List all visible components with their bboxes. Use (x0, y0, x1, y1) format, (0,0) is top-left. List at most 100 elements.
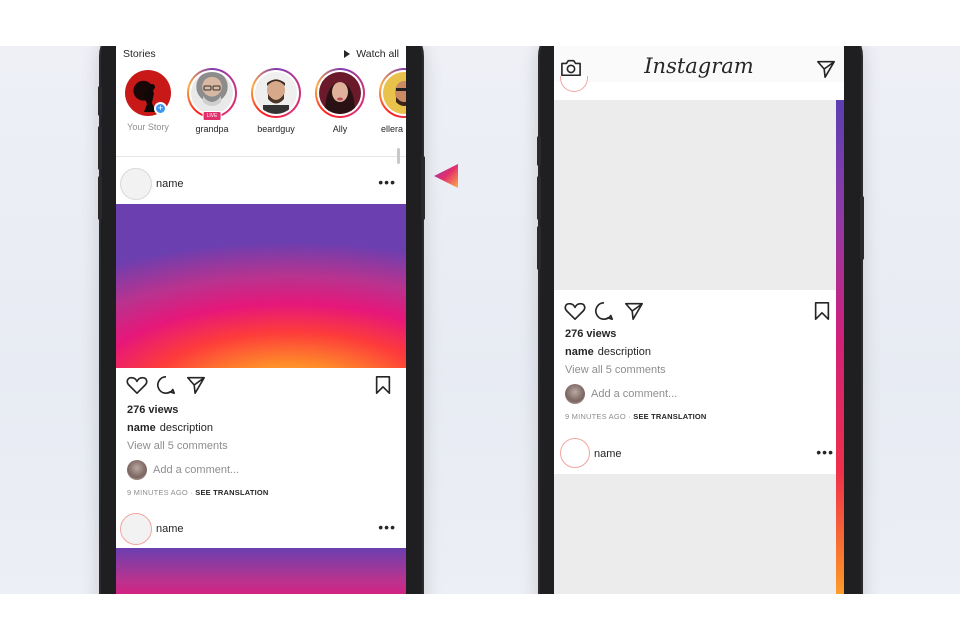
left-phone-screen[interactable]: Stories Watch all + Your Story LIVE gran… (116, 46, 406, 594)
scrollbar-thumb[interactable] (397, 148, 400, 164)
share-icon[interactable] (624, 301, 644, 321)
gradient-strip (836, 100, 844, 594)
stories-tray[interactable]: + Your Story LIVE grandpa beardguy Ally … (120, 68, 406, 148)
caption-text: description (159, 422, 213, 434)
play-icon (344, 50, 351, 58)
add-comment-placeholder: Add a comment... (153, 464, 240, 476)
story-your-story[interactable]: + Your Story (122, 68, 174, 132)
story-grandpa[interactable]: LIVE grandpa (186, 68, 238, 134)
avatar (191, 72, 233, 114)
avatar[interactable] (120, 513, 152, 545)
caption-username[interactable]: name (127, 422, 156, 434)
stories-title: Stories (123, 48, 156, 60)
phone-volume-button (98, 176, 102, 220)
right-phone-screen[interactable]: Instagram 276 views name description Vie… (554, 46, 844, 594)
story-label: ellera (380, 124, 403, 134)
face-illustration (263, 79, 289, 114)
comment-icon[interactable] (156, 375, 176, 395)
phone-power-button (860, 196, 864, 260)
post-username[interactable]: name (594, 448, 622, 460)
caption-text: description (597, 346, 651, 358)
post-username[interactable]: name (156, 178, 184, 190)
add-comment-field[interactable]: Add a comment... (127, 460, 387, 482)
phone-volume-button (537, 176, 541, 220)
story-label: Ally (332, 124, 348, 134)
avatar[interactable] (120, 168, 152, 200)
more-options-icon[interactable]: ••• (816, 444, 834, 460)
pointer-arrow-icon (434, 164, 458, 188)
avatar (383, 72, 406, 114)
bookmark-icon[interactable] (374, 375, 392, 395)
stories-header: Stories Watch all (123, 48, 399, 62)
see-translation-link[interactable]: SEE TRANSLATION (195, 488, 268, 497)
story-label: grandpa (195, 124, 229, 134)
post-caption: name description (565, 346, 651, 358)
caption-username[interactable]: name (565, 346, 594, 358)
phone-volume-button (98, 86, 102, 116)
avatar[interactable] (560, 438, 590, 468)
post-image-placeholder[interactable] (554, 474, 836, 594)
avatar (255, 72, 297, 114)
add-story-badge[interactable]: + (154, 102, 167, 115)
story-ally[interactable]: Ally (314, 68, 366, 134)
more-options-icon[interactable]: ••• (378, 174, 396, 190)
time-ago: 9 MINUTES AGO (565, 412, 626, 421)
avatar (565, 384, 585, 404)
comment-icon[interactable] (594, 301, 614, 321)
left-phone-frame: Stories Watch all + Your Story LIVE gran… (98, 46, 425, 594)
heart-icon[interactable] (564, 301, 586, 321)
watch-all-label: Watch all (356, 48, 399, 60)
live-badge: LIVE (202, 111, 222, 121)
bookmark-icon[interactable] (813, 301, 831, 321)
phone-volume-button (537, 136, 541, 166)
story-ring (315, 68, 365, 118)
post-header: name ••• (560, 438, 836, 472)
avatar (560, 76, 588, 92)
presentation-stage: Stories Watch all + Your Story LIVE gran… (0, 46, 960, 594)
direct-message-icon[interactable] (815, 59, 837, 79)
add-comment-field[interactable]: Add a comment... (565, 384, 825, 406)
heart-icon[interactable] (126, 375, 148, 395)
see-translation-link[interactable]: SEE TRANSLATION (633, 412, 706, 421)
story-beardguy[interactable]: beardguy (250, 68, 302, 134)
avatar (127, 460, 147, 480)
watch-all-button[interactable]: Watch all (344, 48, 399, 60)
share-icon[interactable] (186, 375, 206, 395)
post-actions (124, 375, 399, 397)
post-username[interactable]: name (156, 523, 184, 535)
phone-volume-button (537, 226, 541, 270)
views-count: 276 views (127, 404, 179, 416)
story-label: Your Story (127, 122, 169, 132)
phone-power-button (421, 156, 425, 220)
time-ago: 9 MINUTES AGO (127, 488, 188, 497)
post-caption: name description (127, 422, 213, 434)
app-header: Instagram (554, 46, 844, 82)
post-header: name ••• (120, 513, 402, 547)
more-options-icon[interactable]: ••• (378, 519, 396, 535)
post-timestamp: 9 MINUTES AGO · SEE TRANSLATION (565, 412, 707, 421)
post-timestamp: 9 MINUTES AGO · SEE TRANSLATION (127, 488, 269, 497)
phone-volume-button (98, 126, 102, 170)
post-image[interactable] (116, 204, 406, 368)
story-ring (379, 68, 406, 118)
story-label: beardguy (257, 124, 295, 134)
separator-dot: · (628, 412, 631, 421)
right-phone-frame: Instagram 276 views name description Vie… (537, 46, 864, 594)
face-illustration (325, 82, 355, 114)
views-count: 276 views (565, 328, 617, 340)
avatar (319, 72, 361, 114)
separator-dot: · (190, 488, 193, 497)
add-comment-placeholder: Add a comment... (591, 388, 678, 400)
story-ellera[interactable]: ellera (378, 68, 406, 134)
instagram-logo[interactable]: Instagram (554, 54, 844, 78)
post-image[interactable] (116, 548, 406, 594)
story-ring (251, 68, 301, 118)
post-image-placeholder[interactable] (554, 100, 836, 290)
view-all-comments-link[interactable]: View all 5 comments (127, 440, 228, 452)
post-actions (562, 301, 837, 323)
post-header: name ••• (120, 168, 402, 202)
divider (116, 156, 406, 157)
face-illustration (203, 85, 221, 106)
view-all-comments-link[interactable]: View all 5 comments (565, 364, 666, 376)
face-illustration (395, 81, 406, 106)
